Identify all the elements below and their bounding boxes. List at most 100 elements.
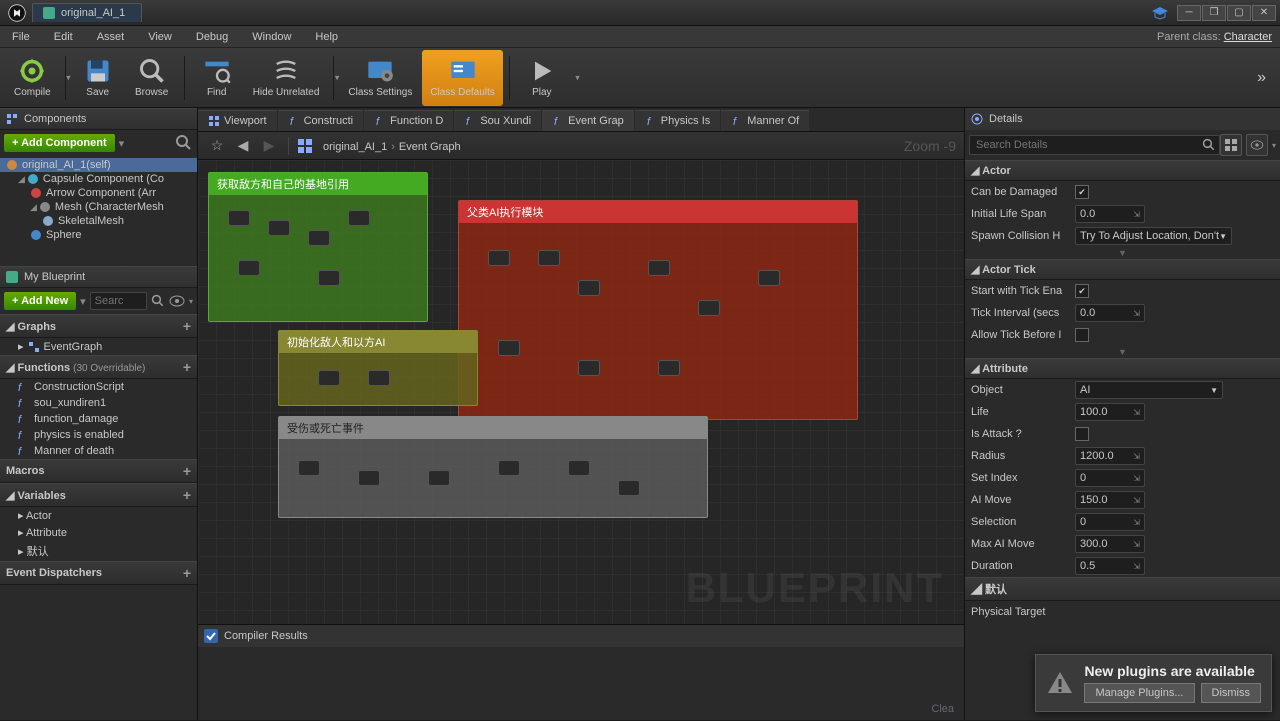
checkbox[interactable] xyxy=(1075,427,1089,441)
number-field[interactable]: 0.0⇲ xyxy=(1075,304,1145,322)
menu-window[interactable]: Window xyxy=(240,31,303,43)
clear-button[interactable]: Clea xyxy=(931,703,954,715)
menu-view[interactable]: View xyxy=(136,31,184,43)
class-settings-button[interactable]: Class Settings xyxy=(340,50,420,106)
manage-plugins-button[interactable]: Manage Plugins... xyxy=(1084,683,1194,703)
graph-node[interactable] xyxy=(308,230,330,246)
list-item[interactable]: ▸ Actor xyxy=(0,507,197,524)
section-header[interactable]: ◢ Functions (30 Overridable)+ xyxy=(0,355,197,379)
component-row[interactable]: Arrow Component (Arr xyxy=(0,186,197,200)
graph-node[interactable] xyxy=(698,300,720,316)
graph-node[interactable] xyxy=(358,470,380,486)
grad-cap-icon[interactable] xyxy=(1151,5,1169,21)
expand-icon[interactable]: ▼ xyxy=(965,247,1280,259)
search-icon[interactable] xyxy=(151,294,165,308)
event-graph-canvas[interactable]: 获取敌方和自己的基地引用 父类AI执行模块 初始化敌人和以方AI 受伤或死亡事件… xyxy=(198,160,964,624)
graph-node[interactable] xyxy=(268,220,290,236)
comment-box[interactable]: 初始化敌人和以方AI xyxy=(278,330,478,406)
find-button[interactable]: Find xyxy=(191,50,243,106)
category-header[interactable]: ◢ Actor xyxy=(965,160,1280,181)
minimize-button[interactable]: ─ xyxy=(1177,5,1201,21)
graph-node[interactable] xyxy=(488,250,510,266)
visibility-button[interactable] xyxy=(1246,134,1268,156)
graph-node[interactable] xyxy=(658,360,680,376)
play-button[interactable]: Play▾ xyxy=(516,50,568,106)
list-item[interactable]: ffunction_damage xyxy=(0,411,197,427)
number-field[interactable]: 150.0⇲ xyxy=(1075,491,1145,509)
maximize-button[interactable]: ▢ xyxy=(1227,5,1251,21)
add-icon[interactable]: + xyxy=(183,463,191,479)
add-icon[interactable]: + xyxy=(183,359,191,375)
graph-node[interactable] xyxy=(428,470,450,486)
graph-node[interactable] xyxy=(498,460,520,476)
number-field[interactable]: 0⇲ xyxy=(1075,513,1145,531)
browse-button[interactable]: Browse xyxy=(126,50,178,106)
components-tree[interactable]: original_AI_1(self)◢Capsule Component (C… xyxy=(0,156,197,266)
list-item[interactable]: ▸ Attribute xyxy=(0,524,197,541)
section-header[interactable]: ◢ Graphs+ xyxy=(0,314,197,338)
add-icon[interactable]: + xyxy=(183,318,191,334)
graph-node[interactable] xyxy=(298,460,320,476)
list-item[interactable]: fphysics is enabled xyxy=(0,427,197,443)
compile-button[interactable]: Compile▾ xyxy=(6,50,59,106)
restore-button[interactable]: ❐ xyxy=(1202,5,1226,21)
list-item[interactable]: fConstructionScript xyxy=(0,379,197,395)
checkbox[interactable]: ✔ xyxy=(1075,284,1089,298)
list-item[interactable]: fManner of death xyxy=(0,443,197,459)
editor-tab[interactable]: fSou Xundi xyxy=(454,110,541,131)
menu-debug[interactable]: Debug xyxy=(184,31,240,43)
section-header[interactable]: Macros+ xyxy=(0,459,197,483)
eye-icon[interactable] xyxy=(169,295,185,307)
number-field[interactable]: 1200.0⇲ xyxy=(1075,447,1145,465)
editor-tab[interactable]: Viewport xyxy=(198,110,277,131)
component-row[interactable]: Sphere xyxy=(0,228,197,242)
checkbox[interactable]: ✔ xyxy=(1075,185,1089,199)
details-search[interactable] xyxy=(969,135,1220,155)
list-item[interactable]: fsou_xundiren1 xyxy=(0,395,197,411)
graph-node[interactable] xyxy=(648,260,670,276)
comment-box[interactable]: 受伤或死亡事件 xyxy=(278,416,708,518)
menu-file[interactable]: File xyxy=(0,31,42,43)
graph-node[interactable] xyxy=(618,480,640,496)
graph-node[interactable] xyxy=(348,210,370,226)
section-header[interactable]: Event Dispatchers+ xyxy=(0,561,197,585)
editor-tab[interactable]: fManner Of xyxy=(721,110,809,131)
grid-view-button[interactable] xyxy=(1220,134,1242,156)
dropdown[interactable]: AI▼ xyxy=(1075,381,1223,399)
add-icon[interactable]: + xyxy=(183,565,191,581)
graph-node[interactable] xyxy=(498,340,520,356)
editor-tab[interactable]: fConstructi xyxy=(278,110,364,131)
component-row[interactable]: original_AI_1(self) xyxy=(0,158,197,172)
comment-box[interactable]: 获取敌方和自己的基地引用 xyxy=(208,172,428,322)
menu-asset[interactable]: Asset xyxy=(85,31,137,43)
hide-unrelated-button[interactable]: Hide Unrelated▾ xyxy=(245,50,328,106)
category-header[interactable]: ◢ Attribute xyxy=(965,358,1280,379)
graph-node[interactable] xyxy=(538,250,560,266)
graph-node[interactable] xyxy=(368,370,390,386)
graph-node[interactable] xyxy=(758,270,780,286)
number-field[interactable]: 300.0⇲ xyxy=(1075,535,1145,553)
breadcrumb[interactable]: original_AI_1›Event Graph xyxy=(323,138,461,153)
window-tab[interactable]: original_AI_1 xyxy=(32,3,142,22)
menu-help[interactable]: Help xyxy=(303,31,350,43)
comment-box[interactable]: 父类AI执行模块 xyxy=(458,200,858,420)
list-item[interactable]: ▸ EventGraph xyxy=(0,338,197,355)
add-icon[interactable]: + xyxy=(183,487,191,503)
parent-class-link[interactable]: Character xyxy=(1224,31,1272,43)
dismiss-button[interactable]: Dismiss xyxy=(1201,683,1262,703)
graph-node[interactable] xyxy=(578,280,600,296)
number-field[interactable]: 0.5⇲ xyxy=(1075,557,1145,575)
favorite-button[interactable]: ☆ xyxy=(206,135,228,157)
dropdown[interactable]: Try To Adjust Location, Don't▼ xyxy=(1075,227,1232,245)
myblueprint-search[interactable] xyxy=(90,292,147,310)
section-header[interactable]: ◢ Variables+ xyxy=(0,483,197,507)
number-field[interactable]: 100.0⇲ xyxy=(1075,403,1145,421)
category-header[interactable]: ◢ 默认 xyxy=(965,577,1280,601)
nav-back[interactable]: ◀ xyxy=(232,135,254,157)
graph-node[interactable] xyxy=(578,360,600,376)
editor-tab[interactable]: fEvent Grap xyxy=(542,110,634,131)
graph-node[interactable] xyxy=(238,260,260,276)
component-row[interactable]: ◢Mesh (CharacterMesh xyxy=(0,200,197,214)
editor-tab[interactable]: fFunction D xyxy=(364,110,453,131)
menu-edit[interactable]: Edit xyxy=(42,31,85,43)
